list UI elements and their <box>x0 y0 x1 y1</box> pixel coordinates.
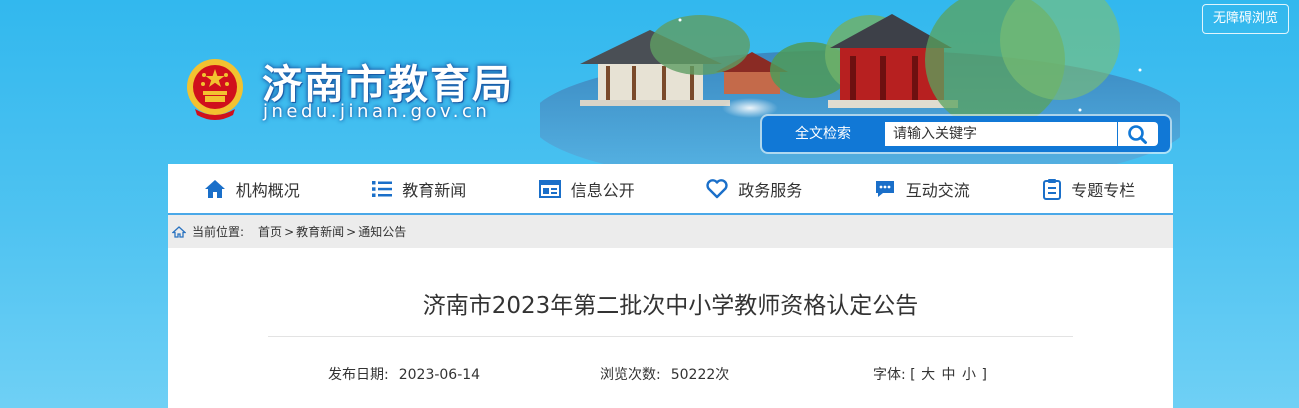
nav-item-education-news[interactable]: 教育新闻 <box>336 164 504 213</box>
home-icon <box>204 179 225 198</box>
main-nav: 机构概况 教育新闻 信息公开 政务服务 互动交流 专题专栏 <box>168 164 1173 215</box>
font-size-label: 字体: <box>873 367 906 383</box>
breadcrumb-separator: > <box>346 224 357 239</box>
site-domain: jnedu.jinan.gov.cn <box>263 101 491 122</box>
nav-item-interaction[interactable]: 互动交流 <box>838 164 1006 213</box>
font-size-switcher: 字体: [ 大 中 小 ] <box>873 364 987 384</box>
search-input[interactable] <box>885 122 1117 146</box>
nav-item-special-topics[interactable]: 专题专栏 <box>1006 164 1174 213</box>
accessibility-button[interactable]: 无障碍浏览 <box>1201 4 1289 34</box>
view-count-value: 50222次 <box>670 367 730 383</box>
search-bar: 全文检索 <box>762 116 1170 152</box>
breadcrumb-home[interactable]: 首页 <box>258 223 282 240</box>
nav-item-label: 专题专栏 <box>1071 180 1136 200</box>
search-icon <box>1128 125 1147 144</box>
national-emblem-icon <box>187 59 243 120</box>
nav-item-label: 信息公开 <box>570 180 635 200</box>
nav-item-government-services[interactable]: 政务服务 <box>671 164 839 213</box>
chat-icon <box>875 180 894 197</box>
nav-item-label: 机构概况 <box>235 180 300 200</box>
breadcrumb-label: 当前位置: <box>192 225 245 239</box>
view-count-label: 浏览次数: <box>600 367 661 383</box>
bracket-close: ] <box>981 367 987 383</box>
bracket-open: [ <box>910 367 916 383</box>
font-size-small[interactable]: 小 <box>962 367 976 383</box>
publish-date-value: 2023-06-14 <box>398 367 481 383</box>
breadcrumb: 当前位置: 首页 > 教育新闻 > 通知公告 <box>168 215 1173 248</box>
view-count: 浏览次数: 50222次 <box>600 364 729 384</box>
nav-item-label: 互动交流 <box>905 180 970 200</box>
nav-item-label: 政务服务 <box>738 180 803 200</box>
nav-item-organization[interactable]: 机构概况 <box>168 164 336 213</box>
list-icon <box>372 180 393 197</box>
publish-date-label: 发布日期: <box>328 367 389 383</box>
full-text-search-tab[interactable]: 全文检索 <box>762 116 884 152</box>
breadcrumb-education-news[interactable]: 教育新闻 <box>296 223 344 240</box>
breadcrumb-notices[interactable]: 通知公告 <box>358 223 406 240</box>
search-button[interactable] <box>1118 122 1158 146</box>
publish-date: 发布日期: 2023-06-14 <box>328 364 480 384</box>
location-home-icon <box>172 225 186 238</box>
breadcrumb-separator: > <box>284 224 295 239</box>
title-divider <box>268 336 1073 337</box>
window-icon <box>538 179 561 198</box>
font-size-large[interactable]: 大 <box>921 367 935 383</box>
nav-item-info-disclosure[interactable]: 信息公开 <box>503 164 671 213</box>
header-banner: 无障碍浏览 济南市教育局 jnedu.jinan.gov.cn 全文检索 <box>0 0 1299 165</box>
article: 济南市2023年第二批次中小学教师资格认定公告 发布日期: 2023-06-14 … <box>168 248 1173 408</box>
heart-icon <box>706 178 728 198</box>
font-size-medium[interactable]: 中 <box>942 367 956 383</box>
nav-item-label: 教育新闻 <box>402 180 467 200</box>
article-title: 济南市2023年第二批次中小学教师资格认定公告 <box>422 293 919 319</box>
clipboard-icon <box>1043 178 1062 200</box>
